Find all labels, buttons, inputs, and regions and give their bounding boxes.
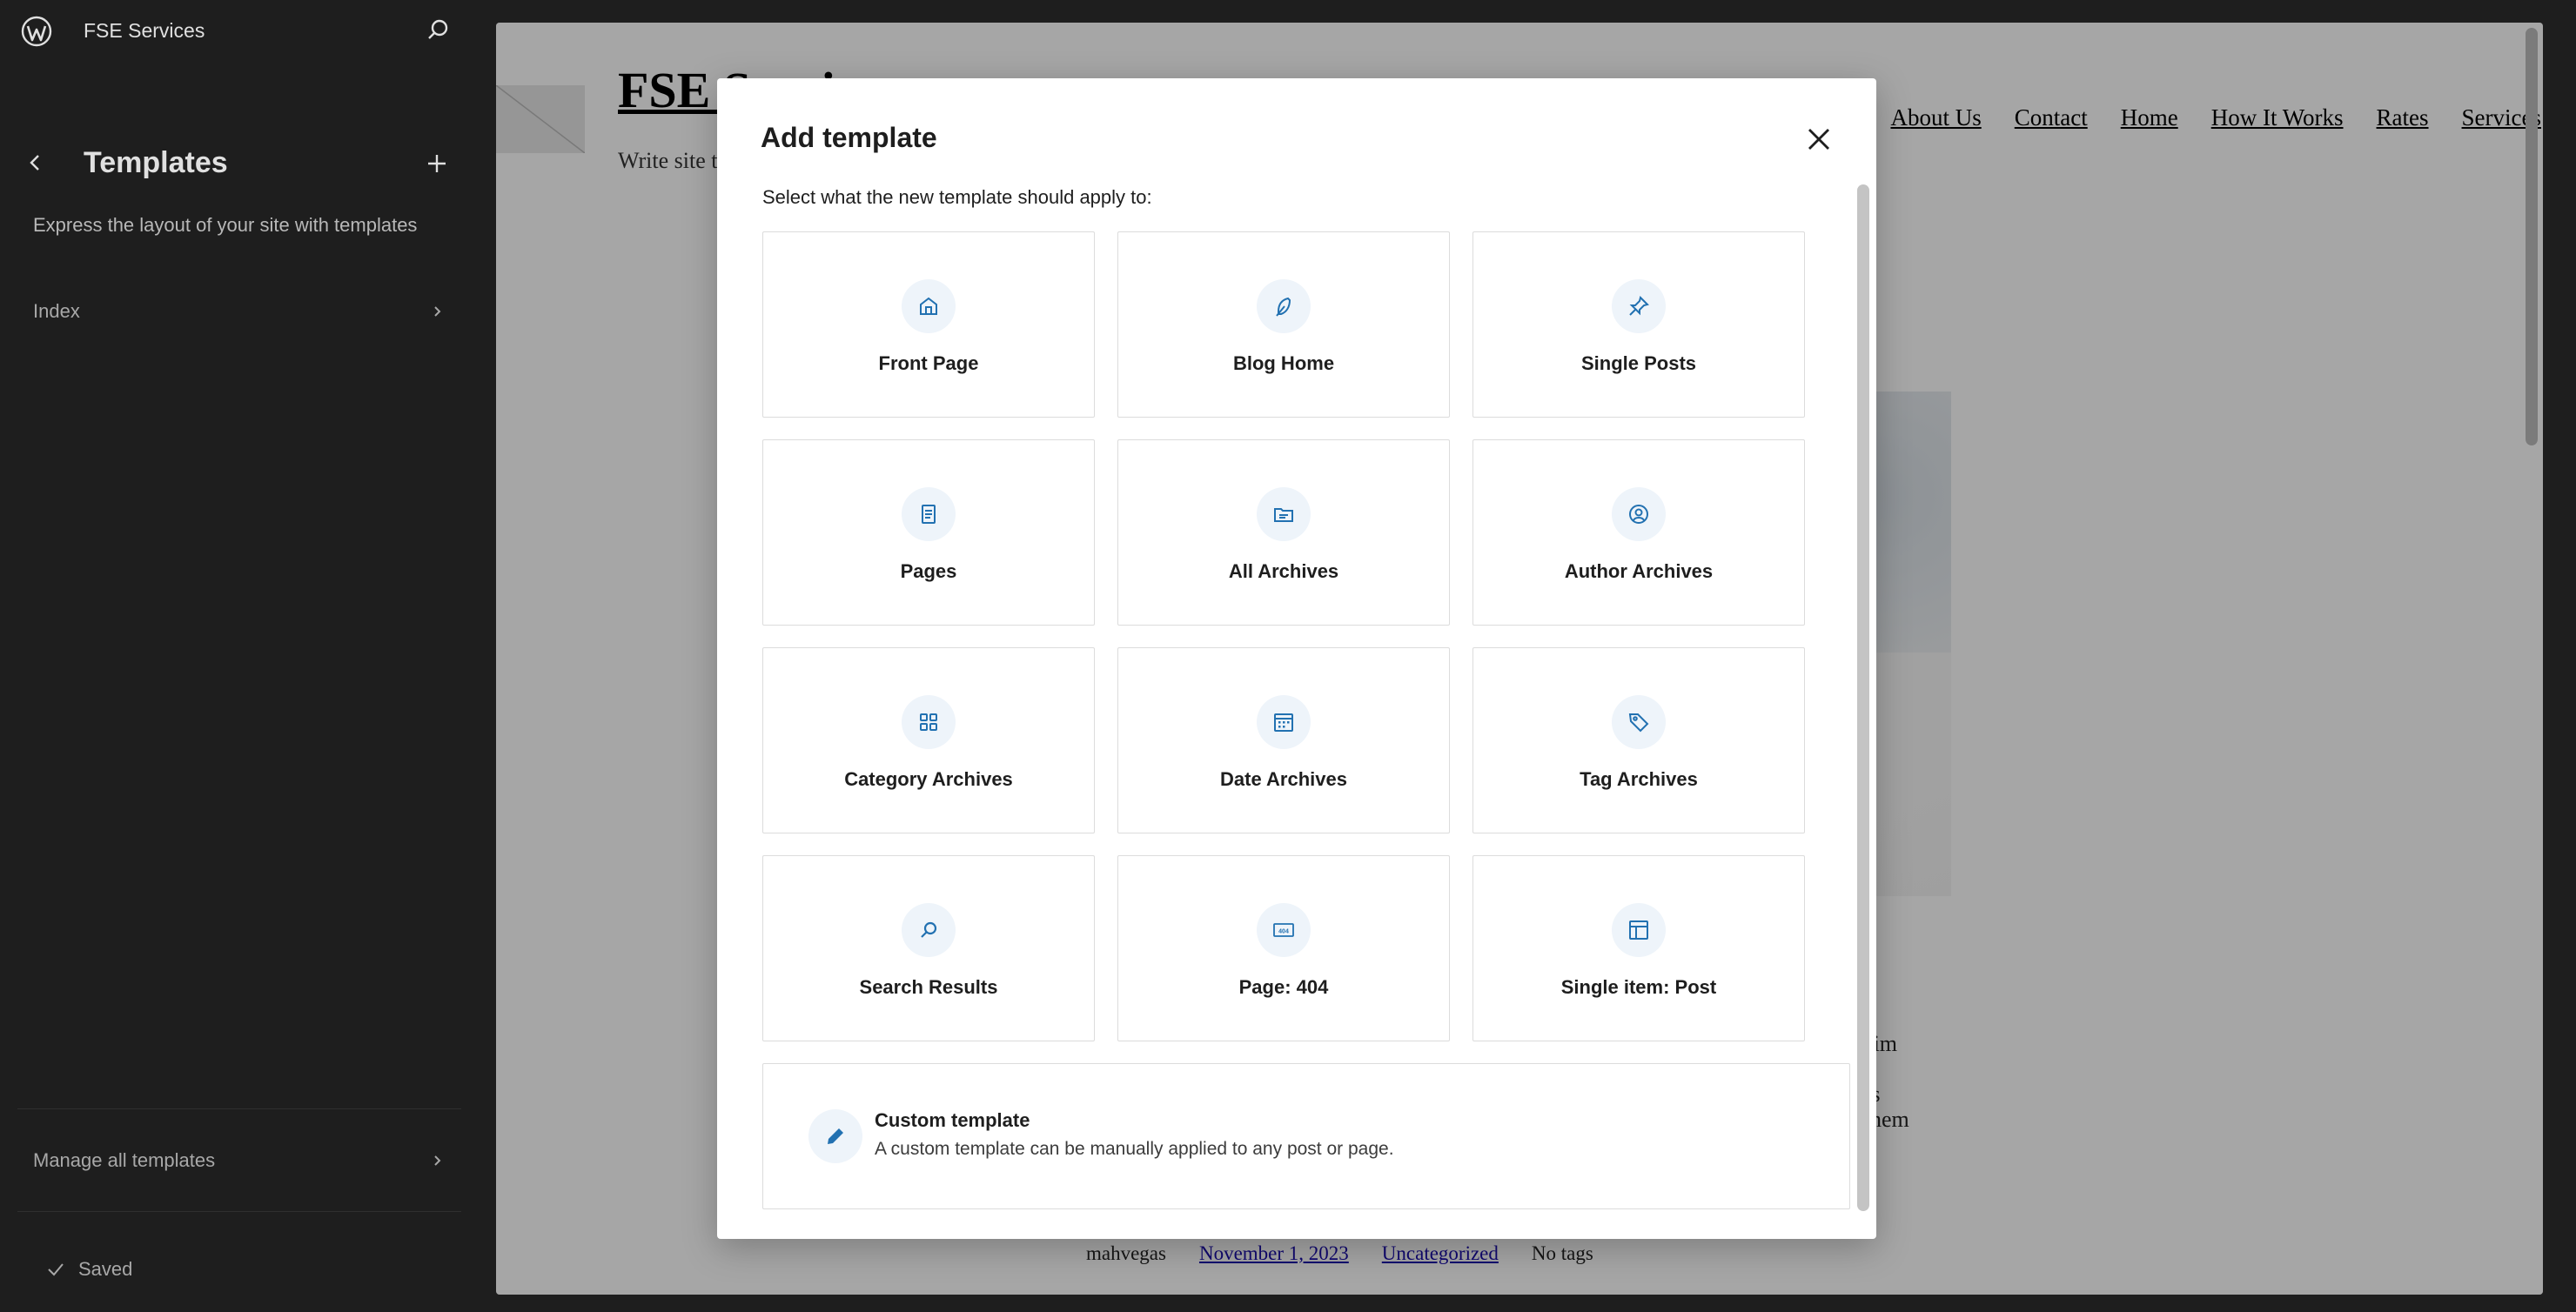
template-option-label: Author Archives (1564, 560, 1714, 582)
divider (17, 1211, 461, 1212)
divider (17, 1108, 461, 1109)
template-option-category-archives[interactable]: Category Archives (762, 647, 1095, 833)
author-icon (1629, 505, 1648, 524)
page-icon (922, 505, 936, 524)
template-option-date-archives[interactable]: Date Archives (1117, 647, 1450, 833)
manage-templates-label: Manage all templates (33, 1149, 216, 1171)
category-icon (920, 713, 937, 731)
template-option-page-404[interactable]: 404 Page: 404 (1117, 855, 1450, 1041)
search-icon[interactable] (423, 16, 453, 45)
custom-template-option[interactable]: Custom template A custom template can be… (762, 1063, 1850, 1209)
sidebar: FSE Services Templates Express the layou… (0, 0, 496, 1312)
home-icon (920, 297, 937, 315)
add-template-icon[interactable] (423, 150, 451, 177)
custom-template-description: A custom template can be manually applie… (875, 1139, 1394, 1159)
folder-icon (1274, 508, 1293, 522)
dialog-scrollbar[interactable] (1857, 184, 1869, 1211)
saved-label: Saved (78, 1258, 133, 1280)
check-icon (48, 1263, 64, 1276)
template-option-label: Single Posts (1580, 352, 1697, 374)
template-option-label: Date Archives (1220, 768, 1347, 790)
sidebar-item-label: Index (33, 300, 80, 322)
template-option-single-posts[interactable]: Single Posts (1472, 231, 1805, 418)
close-icon[interactable] (1801, 122, 1836, 157)
search-icon (921, 921, 937, 938)
pin-icon (1629, 296, 1649, 316)
manage-all-templates-link[interactable]: Manage all templates (17, 1136, 461, 1185)
template-option-label: All Archives (1228, 560, 1339, 582)
chevron-right-icon (434, 306, 441, 317)
layout-icon (1629, 920, 1648, 940)
template-option-search-results[interactable]: Search Results (762, 855, 1095, 1041)
add-template-dialog: Add template Select what the new templat… (717, 78, 1876, 1239)
save-status: Saved (45, 1258, 132, 1281)
template-option-all-archives[interactable]: All Archives (1117, 439, 1450, 626)
template-option-label: Blog Home (1232, 352, 1335, 374)
template-options-grid: Front Page Blog Home Single Posts Pages … (762, 231, 1815, 1041)
template-option-label: Page: 404 (1238, 976, 1329, 998)
template-option-label: Search Results (859, 976, 998, 998)
sidebar-description: Express the layout of your site with tem… (33, 214, 418, 236)
template-option-label: Tag Archives (1580, 768, 1698, 790)
feather-icon (1276, 297, 1291, 317)
wordpress-logo-icon[interactable] (21, 16, 52, 47)
template-option-pages[interactable]: Pages (762, 439, 1095, 626)
template-option-front-page[interactable]: Front Page (762, 231, 1095, 418)
template-option-tag-archives[interactable]: Tag Archives (1472, 647, 1805, 833)
template-option-label: Pages (900, 560, 957, 582)
pencil-icon (828, 1128, 843, 1144)
template-option-single-item-post[interactable]: Single item: Post (1472, 855, 1805, 1041)
sidebar-item-index[interactable]: Index (17, 287, 461, 336)
site-name[interactable]: FSE Services (84, 19, 205, 43)
dialog-title: Add template (761, 122, 937, 153)
template-option-label: Category Archives (844, 768, 1013, 790)
dialog-subtitle: Select what the new template should appl… (762, 186, 1152, 208)
tag-icon (1628, 713, 1649, 733)
chevron-right-icon (434, 1155, 441, 1166)
back-chevron-icon[interactable] (23, 150, 49, 176)
custom-template-title: Custom template (875, 1109, 1030, 1131)
template-option-label: Single item: Post (1560, 976, 1717, 998)
sidebar-title: Templates (84, 146, 228, 179)
template-option-author-archives[interactable]: Author Archives (1472, 439, 1805, 626)
svg-text:404: 404 (1278, 929, 1289, 935)
template-option-blog-home[interactable]: Blog Home (1117, 231, 1450, 418)
calendar-icon (1274, 713, 1293, 732)
404-icon: 404 (1273, 923, 1294, 937)
template-option-label: Front Page (878, 352, 979, 374)
